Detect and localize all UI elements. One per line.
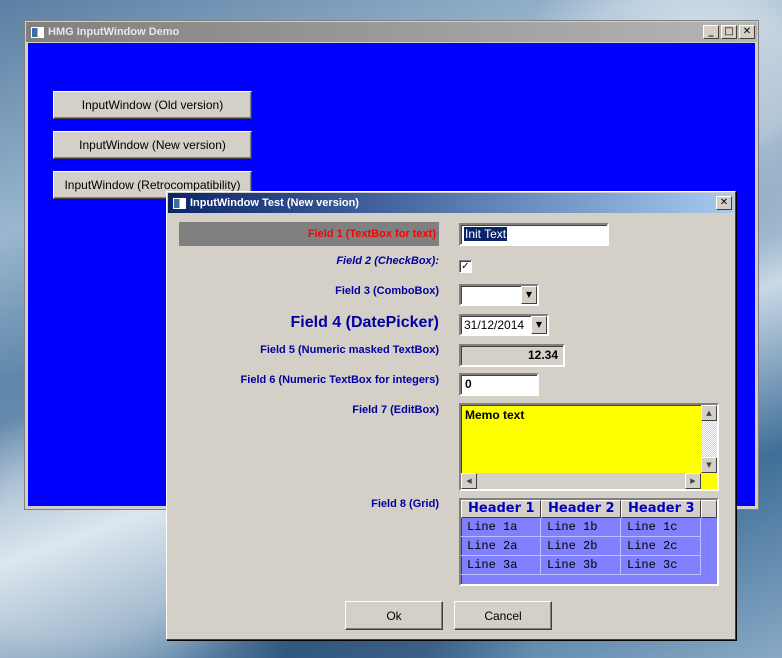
field4-value: 31/12/2014 [464, 318, 525, 332]
maximize-icon[interactable]: □ [721, 25, 737, 39]
field5-value: 12.34 [527, 348, 558, 362]
scroll-right-icon[interactable]: ▶ [685, 473, 701, 489]
grid-header-filler [701, 500, 717, 518]
field5-label: Field 5 (Numeric masked TextBox) [260, 344, 439, 356]
scroll-up-icon[interactable]: ▲ [701, 405, 717, 421]
field6-label: Field 6 (Numeric TextBox for integers) [240, 374, 439, 386]
field6-integer-textbox[interactable]: 0 [459, 373, 539, 396]
dialog-title: InputWindow Test (New version) [190, 197, 359, 209]
dialog-titlebar[interactable]: InputWindow Test (New version) ✕ [168, 193, 734, 213]
dialog-close-icon[interactable]: ✕ [716, 196, 732, 210]
grid-cell[interactable]: Line 2b [541, 537, 621, 556]
field1-label: Field 1 (TextBox for text) [179, 222, 439, 246]
grid-header-cell[interactable]: Header 1 [461, 500, 541, 518]
grid-header-cell[interactable]: Header 3 [621, 500, 701, 518]
field7-label: Field 7 (EditBox) [352, 404, 439, 416]
table-row[interactable]: Line 3a Line 3b Line 3c [461, 556, 701, 575]
grid-cell[interactable]: Line 3c [621, 556, 701, 575]
editbox-horizontal-scrollbar[interactable]: ◀ ▶ [461, 473, 701, 489]
grid-cell[interactable]: Line 3b [541, 556, 621, 575]
grid-cell[interactable]: Line 1b [541, 518, 621, 537]
grid-header: Header 1 Header 2 Header 3 [461, 500, 717, 518]
grid-cell[interactable]: Line 2c [621, 537, 701, 556]
scroll-down-icon[interactable]: ▼ [701, 457, 717, 473]
grid-cell[interactable]: Line 3a [461, 556, 541, 575]
checkmark-icon: ✓ [461, 261, 470, 272]
grid-header-cell[interactable]: Header 2 [541, 500, 621, 518]
minimize-icon[interactable]: _ [703, 25, 719, 39]
grid-cell[interactable]: Line 1a [461, 518, 541, 537]
grid-cell[interactable]: Line 1c [621, 518, 701, 537]
field5-numeric-textbox[interactable]: 12.34 [459, 344, 565, 367]
scroll-left-icon[interactable]: ◀ [461, 473, 477, 489]
table-row[interactable]: Line 1a Line 1b Line 1c [461, 518, 701, 537]
field4-datepicker[interactable]: 31/12/2014 ▼ [459, 314, 549, 336]
old-version-button[interactable]: InputWindow (Old version) [53, 91, 252, 119]
dialog-app-icon [173, 197, 186, 209]
grid-cell[interactable]: Line 2a [461, 537, 541, 556]
field3-combobox[interactable]: ▼ [459, 284, 539, 306]
app-icon [31, 26, 44, 38]
field8-label: Field 8 (Grid) [371, 498, 439, 510]
field7-value: Memo text [465, 408, 525, 422]
field1-value: Init Text [464, 227, 508, 241]
main-titlebar[interactable]: HMG InputWindow Demo _ □ ✕ [26, 22, 757, 42]
field4-label: Field 4 (DatePicker) [290, 314, 440, 331]
main-window-title: HMG InputWindow Demo [48, 26, 180, 38]
close-icon[interactable]: ✕ [739, 25, 755, 39]
field1-textbox[interactable]: Init Text [459, 223, 609, 246]
table-row[interactable]: Line 2a Line 2b Line 2c [461, 537, 701, 556]
calendar-dropdown-icon[interactable]: ▼ [531, 316, 547, 334]
ok-button[interactable]: Ok [345, 601, 443, 630]
field7-editbox[interactable]: Memo text ▲ ▼ ◀ ▶ [459, 403, 719, 491]
new-version-button[interactable]: InputWindow (New version) [53, 131, 252, 159]
field8-grid[interactable]: Header 1 Header 2 Header 3 Line 1a Line … [459, 498, 719, 586]
field6-value: 0 [465, 377, 472, 391]
field3-label: Field 3 (ComboBox) [335, 285, 439, 297]
cancel-button[interactable]: Cancel [454, 601, 552, 630]
chevron-down-icon[interactable]: ▼ [521, 286, 537, 304]
input-dialog: InputWindow Test (New version) ✕ Field 1… [166, 191, 736, 640]
field2-checkbox[interactable]: ✓ [459, 260, 472, 273]
editbox-vertical-scrollbar[interactable]: ▲ ▼ [701, 405, 717, 473]
field2-label: Field 2 (CheckBox): [336, 255, 439, 267]
